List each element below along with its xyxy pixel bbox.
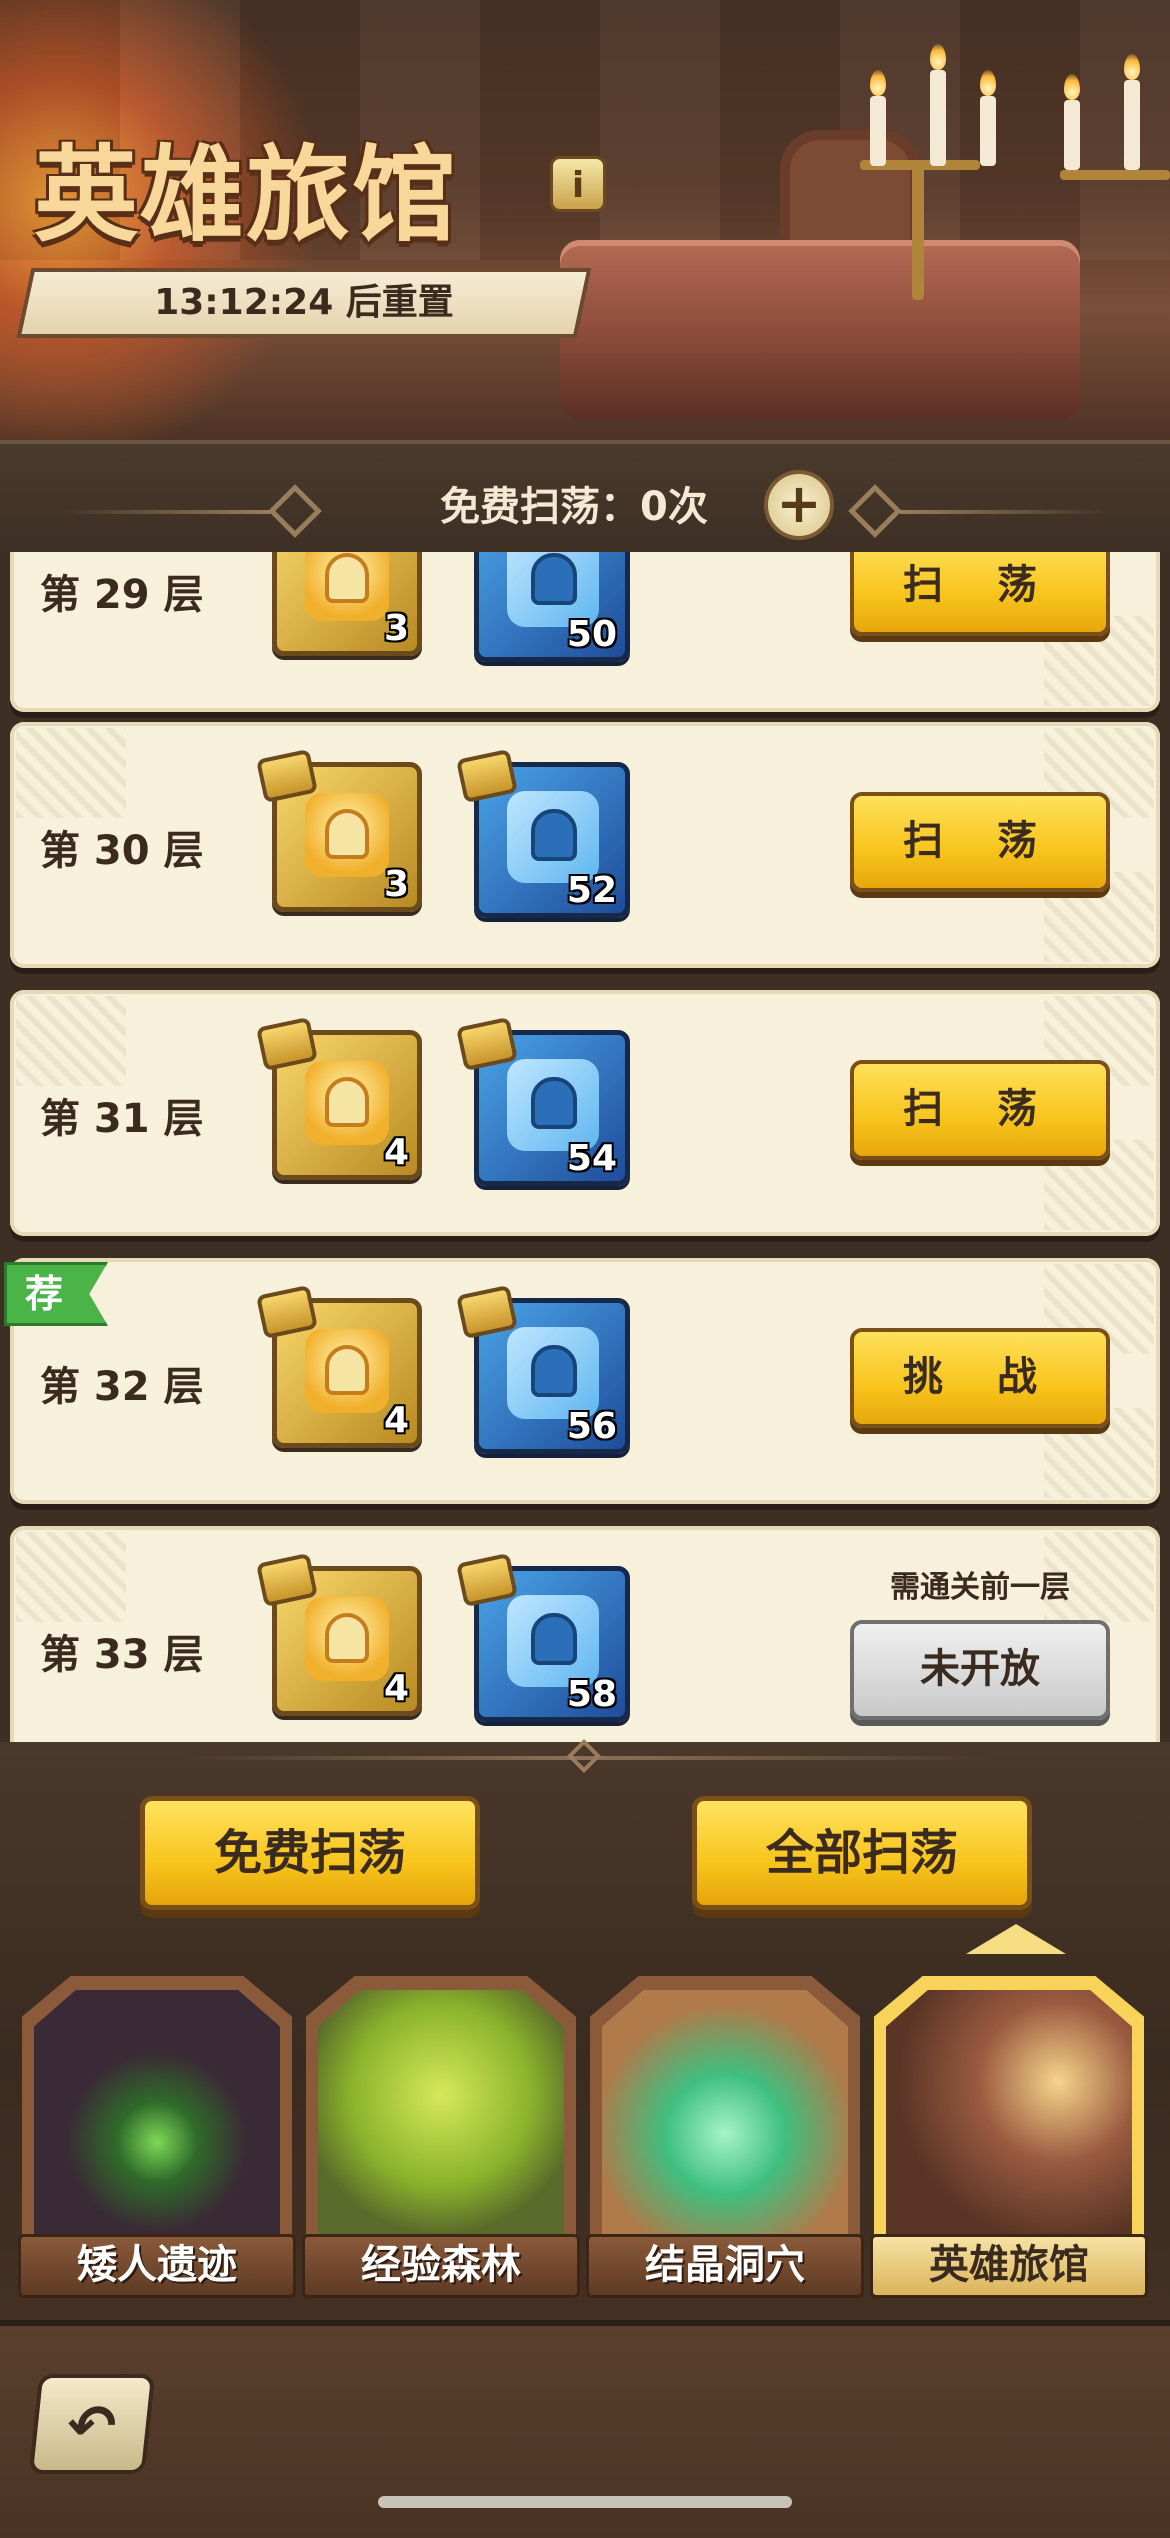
home-indicator[interactable] xyxy=(378,2496,792,2508)
sweep-all-button[interactable]: 全部扫荡 xyxy=(692,1796,1032,1910)
item-count: 58 xyxy=(566,1674,617,1715)
candle-flame xyxy=(1064,74,1080,100)
item-count: 4 xyxy=(383,1132,409,1173)
item-count: 4 xyxy=(383,1668,409,1709)
candle xyxy=(1064,100,1080,170)
recommended-badge: 荐 xyxy=(4,1262,108,1326)
floor-list[interactable]: 第 29 层 3 50 扫 荡 第 30 层 3 52 扫 荡 第 31 层 4… xyxy=(0,552,1170,1742)
candle xyxy=(1124,80,1140,170)
location-label: 矮人遗迹 xyxy=(18,2234,296,2298)
location-label: 经验森林 xyxy=(302,2234,580,2298)
pattern-decor xyxy=(16,728,126,818)
gold-helmet-fragment-icon[interactable]: 3 xyxy=(272,552,422,656)
floor-label: 第 33 层 xyxy=(40,1632,204,1678)
item-count: 3 xyxy=(383,864,409,905)
page-title: 英雄旅馆 xyxy=(34,133,459,256)
pattern-decor xyxy=(16,1532,126,1622)
candle-flame xyxy=(980,70,996,96)
sweep-button[interactable]: 扫 荡 xyxy=(850,552,1110,636)
floor-row-29: 第 29 层 3 50 扫 荡 xyxy=(10,552,1160,712)
exp-forest-image xyxy=(318,1990,564,2252)
candle xyxy=(870,96,886,166)
plus-icon[interactable]: + xyxy=(764,470,834,540)
reset-timer-text: 13:12:24 后重置 xyxy=(154,282,454,323)
candle xyxy=(980,96,996,166)
floor-row-30: 第 30 层 3 52 扫 荡 xyxy=(10,722,1160,968)
table-decor xyxy=(560,240,1080,420)
item-count: 56 xyxy=(566,1406,617,1447)
selected-caret-icon xyxy=(966,1924,1066,1954)
location-label: 英雄旅馆 xyxy=(870,2234,1148,2298)
item-count: 3 xyxy=(383,608,409,649)
back-arrow-icon[interactable]: ↶ xyxy=(28,2374,156,2474)
item-count: 4 xyxy=(383,1400,409,1441)
free-sweep-button[interactable]: 免费扫荡 xyxy=(140,1796,480,1910)
candle-flame xyxy=(930,44,946,70)
location-label: 结晶洞穴 xyxy=(586,2234,864,2298)
free-sweep-count: 免费扫荡：0次 xyxy=(440,484,708,530)
pattern-decor xyxy=(16,996,126,1086)
locked-button[interactable]: 未开放 xyxy=(850,1620,1110,1720)
item-count: 54 xyxy=(566,1138,617,1179)
dwarf-ruins-image xyxy=(34,1990,280,2252)
location-dwarf-ruins[interactable]: 矮人遗迹 xyxy=(18,1976,296,2306)
candle xyxy=(930,70,946,166)
floor-row-33: 第 33 层 4 58 需通关前一层 未开放 xyxy=(10,1526,1160,1742)
crystal-cave-image xyxy=(602,1990,848,2252)
floor-label: 第 29 层 xyxy=(40,572,204,618)
unlock-requirement: 需通关前一层 xyxy=(890,1570,1070,1605)
blue-helmet-fragment-icon[interactable]: 50 xyxy=(474,552,630,662)
location-hero-tavern[interactable]: 英雄旅馆 xyxy=(870,1976,1148,2306)
divider-line xyxy=(900,510,1110,514)
floor-label: 第 31 层 xyxy=(40,1096,204,1142)
divider-line xyxy=(60,510,270,514)
candelabra-stem xyxy=(912,160,924,300)
candle-flame xyxy=(1124,54,1140,80)
item-count: 52 xyxy=(566,870,617,911)
candelabra xyxy=(1060,170,1170,180)
sweep-button[interactable]: 扫 荡 xyxy=(850,792,1110,892)
floor-label: 第 32 层 xyxy=(40,1364,204,1410)
candle-flame xyxy=(870,70,886,96)
item-count: 50 xyxy=(566,614,617,655)
info-icon[interactable]: i xyxy=(550,156,606,212)
floor-label: 第 30 层 xyxy=(40,828,204,874)
hero-tavern-image xyxy=(886,1990,1132,2252)
floor-row-32: 荐 第 32 层 4 56 挑 战 xyxy=(4,1258,1160,1504)
challenge-button[interactable]: 挑 战 xyxy=(850,1328,1110,1428)
location-crystal-cave[interactable]: 结晶洞穴 xyxy=(586,1976,864,2306)
sweep-button[interactable]: 扫 荡 xyxy=(850,1060,1110,1160)
floor-row-31: 第 31 层 4 54 扫 荡 xyxy=(10,990,1160,1236)
location-exp-forest[interactable]: 经验森林 xyxy=(302,1976,580,2306)
